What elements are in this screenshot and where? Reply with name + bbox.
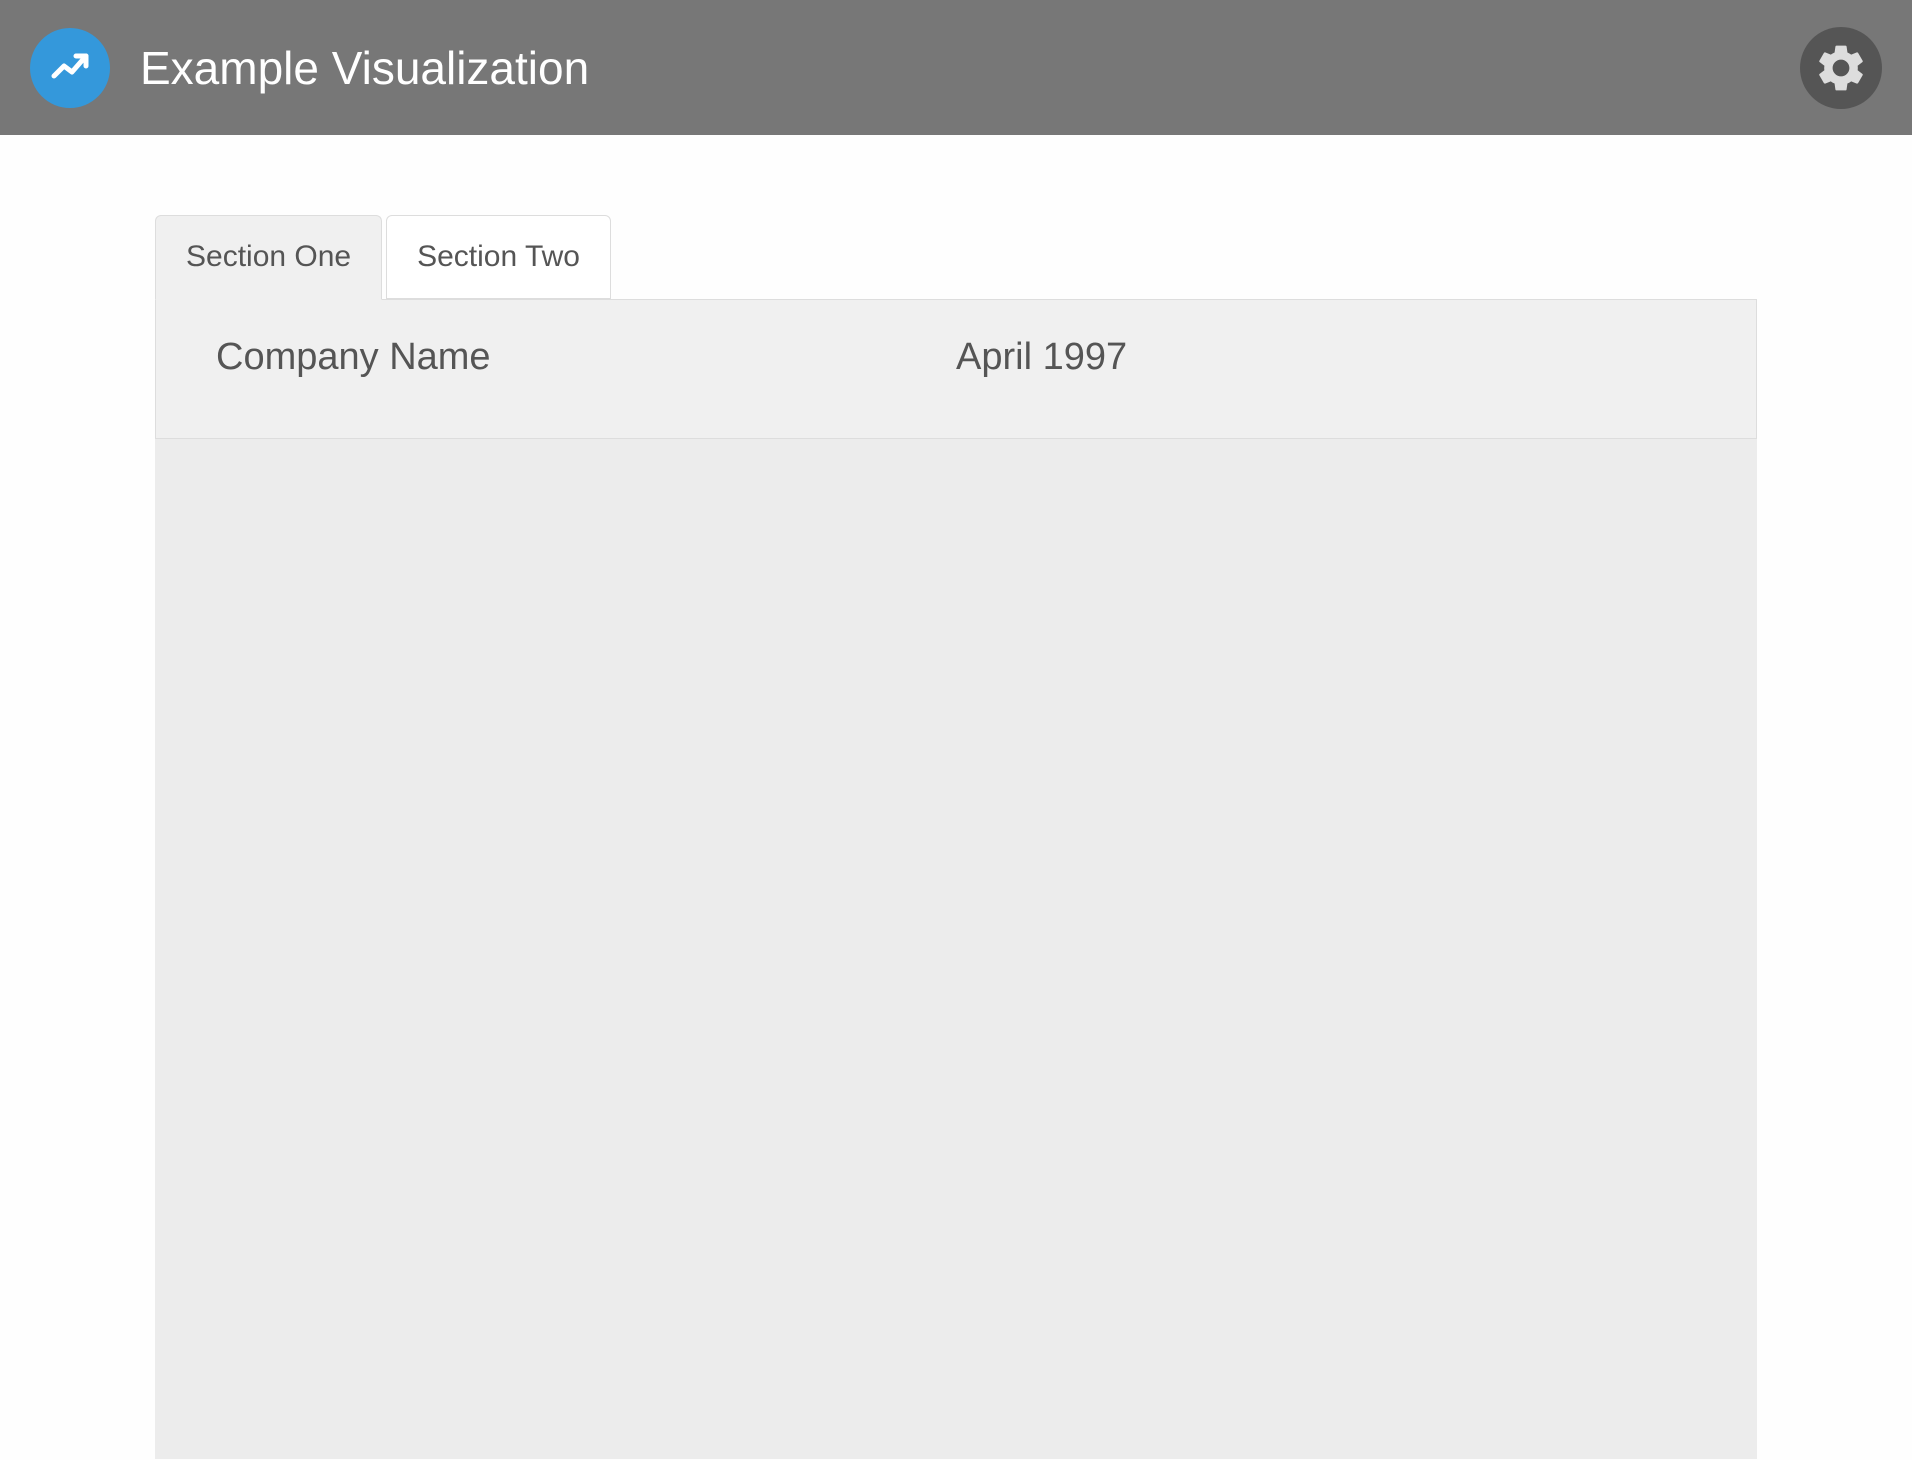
content-panel: Company Name April 1997 bbox=[155, 299, 1757, 439]
page-title: Example Visualization bbox=[140, 41, 589, 95]
tab-label: Section Two bbox=[417, 240, 580, 273]
main-content: Section One Section Two Company Name Apr… bbox=[0, 135, 1912, 1459]
settings-button[interactable] bbox=[1800, 27, 1882, 109]
chart-arrow-icon bbox=[46, 44, 94, 92]
company-name-value: April 1997 bbox=[956, 336, 1127, 379]
company-name-label: Company Name bbox=[216, 336, 956, 379]
app-header: Example Visualization bbox=[0, 0, 1912, 135]
tab-section-two[interactable]: Section Two bbox=[386, 215, 611, 299]
logo-icon bbox=[30, 28, 110, 108]
tab-bar: Section One Section Two bbox=[155, 215, 1757, 299]
gear-icon bbox=[1813, 40, 1869, 96]
tab-label: Section One bbox=[186, 240, 351, 273]
chart-area bbox=[155, 439, 1757, 1459]
content-row: Company Name April 1997 bbox=[156, 300, 1756, 415]
tab-section-one[interactable]: Section One bbox=[155, 215, 382, 300]
